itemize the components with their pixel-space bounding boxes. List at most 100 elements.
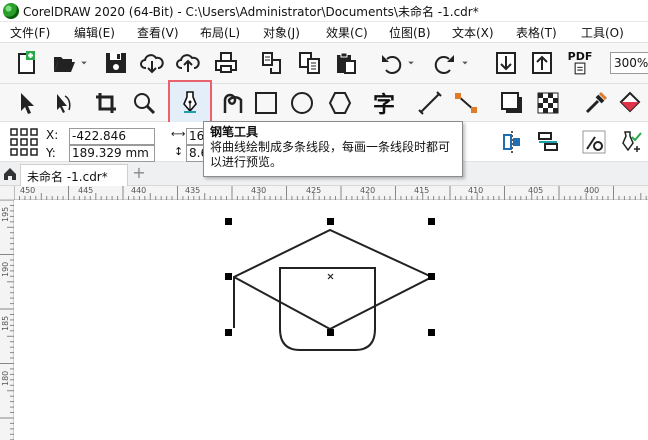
menu-bitmaps[interactable]: 位图(B): [389, 24, 431, 41]
rectangle-tool-button[interactable]: [250, 87, 282, 119]
publish-pdf-button[interactable]: PDF: [564, 47, 596, 79]
selection-handle-top-left[interactable]: [225, 218, 232, 225]
open-dropdown-button[interactable]: [76, 47, 92, 79]
height-icon: ↕: [174, 145, 184, 158]
cloud-upload-icon: [176, 54, 200, 72]
pdf-label: PDF: [567, 49, 593, 63]
menu-file[interactable]: 文件(F): [10, 24, 50, 41]
node-edit-button[interactable]: [578, 126, 610, 158]
redo-icon: [434, 55, 454, 75]
tooltip-body: 将曲线绘制成多条线段，每画一条线段时都可以进行预览。: [210, 140, 451, 169]
polygon-tool-button[interactable]: [324, 87, 356, 119]
ruler-h-label: 405: [528, 186, 544, 195]
add-tab-button[interactable]: +: [130, 165, 148, 183]
crop-tool-button[interactable]: [90, 87, 122, 119]
home-icon[interactable]: [3, 167, 17, 181]
pen-check-icon: [622, 131, 642, 152]
center-marker-icon[interactable]: [327, 273, 334, 280]
artistic-media-tool-button[interactable]: [216, 87, 248, 119]
vertical-ruler[interactable]: 195 190 185 180: [0, 200, 14, 440]
drawing-svg: [225, 218, 435, 351]
reference-point-icon[interactable]: [10, 128, 38, 156]
pen-options-button[interactable]: [614, 126, 646, 158]
copy-button[interactable]: [294, 47, 326, 79]
selection-handle-top-right[interactable]: [428, 218, 435, 225]
chevron-down-icon: [408, 61, 414, 65]
undo-dropdown-button[interactable]: [404, 47, 418, 79]
menu-edit[interactable]: 编辑(E): [74, 24, 115, 41]
menu-object[interactable]: 对象(J): [263, 24, 300, 41]
standard-toolbar: PDF 300%: [0, 42, 648, 84]
pen-tool-button[interactable]: [168, 80, 212, 124]
text-tool-button[interactable]: 字: [368, 87, 400, 119]
new-document-button[interactable]: [10, 47, 42, 79]
menu-text[interactable]: 文本(X): [452, 24, 494, 41]
pen-drawn-curve[interactable]: [233, 228, 435, 331]
align-button[interactable]: [496, 126, 528, 158]
distribute-button[interactable]: [532, 126, 564, 158]
width-icon: ⟷: [171, 129, 186, 140]
export-button[interactable]: [526, 47, 558, 79]
shape-tool-button[interactable]: [46, 87, 78, 119]
redo-dropdown-button[interactable]: [458, 47, 472, 79]
cloud-download-icon: [140, 54, 164, 74]
x-position-field[interactable]: -422.846 mm: [69, 128, 155, 158]
save-button[interactable]: [100, 47, 132, 79]
ellipse-tool-button[interactable]: [286, 87, 318, 119]
selection-handle-bottom-right[interactable]: [428, 329, 435, 336]
ruler-v-label: 195: [1, 206, 10, 222]
interactive-fill-tool-button[interactable]: [614, 87, 646, 119]
hexagon-icon: [328, 92, 352, 114]
menu-view[interactable]: 查看(V): [137, 24, 179, 41]
selection-handle-top-center[interactable]: [327, 218, 334, 225]
cloud-download-button[interactable]: [136, 47, 168, 79]
y-position-field[interactable]: 189.329 mm: [69, 145, 155, 162]
artistic-curve-icon: [223, 93, 243, 113]
dimension-line-icon: [418, 91, 442, 115]
ruler-h-label: 445: [78, 186, 94, 195]
crop-icon: [96, 93, 116, 113]
document-tab[interactable]: 未命名 -1.cdr*: [20, 164, 128, 186]
cut-button[interactable]: [256, 47, 288, 79]
selection-handle-middle-right[interactable]: [428, 273, 435, 280]
selection-handle-bottom-left[interactable]: [225, 329, 232, 336]
ruler-v-label: 190: [1, 261, 10, 277]
export-icon: [532, 52, 552, 74]
redo-button[interactable]: [428, 47, 460, 79]
checkerboard-icon: [537, 92, 559, 114]
cloud-upload-button[interactable]: [172, 47, 204, 79]
color-eyedropper-tool-button[interactable]: [580, 87, 612, 119]
selection-handle-bottom-center[interactable]: [327, 329, 334, 336]
connector-tool-button[interactable]: [450, 87, 482, 119]
menu-layout[interactable]: 布局(L): [200, 24, 240, 41]
window-title: CorelDRAW 2020 (64-Bit) - C:\Users\Admin…: [23, 5, 479, 19]
drop-shadow-tool-button[interactable]: [496, 87, 528, 119]
menu-effects[interactable]: 效果(C): [326, 24, 368, 41]
import-button[interactable]: [490, 47, 522, 79]
coreldraw-logo-icon: [3, 3, 19, 19]
menu-bar: 文件(F) 编辑(E) 查看(V) 布局(L) 对象(J) 效果(C) 位图(B…: [0, 22, 648, 42]
ruler-h-label: 420: [360, 186, 376, 195]
dimension-tool-button[interactable]: [414, 87, 446, 119]
zoom-level-field[interactable]: 300%: [610, 52, 648, 74]
shape-tool-icon: [57, 94, 71, 113]
transparency-tool-button[interactable]: [532, 87, 564, 119]
connector-icon: [455, 93, 477, 113]
paint-bucket-icon: [619, 91, 641, 113]
paste-icon: [337, 52, 356, 74]
open-folder-icon: [54, 57, 75, 72]
ruler-h-label: 400: [584, 186, 600, 195]
paste-button[interactable]: [330, 47, 362, 79]
pen-nib-icon: [183, 91, 197, 113]
menu-tools[interactable]: 工具(O): [581, 24, 624, 41]
menu-table[interactable]: 表格(T): [516, 24, 557, 41]
pick-tool-button[interactable]: [10, 87, 42, 119]
print-button[interactable]: [210, 47, 242, 79]
ruler-h-label: 435: [185, 186, 201, 195]
magnifier-icon: [134, 93, 156, 115]
zoom-tool-button[interactable]: [128, 87, 160, 119]
horizontal-ruler[interactable]: 450 445 440 435 430 425 420 415 410 405 …: [0, 186, 648, 200]
selection-handle-middle-left[interactable]: [225, 273, 232, 280]
drawing-canvas[interactable]: [15, 201, 648, 440]
eyedropper-icon: [585, 91, 608, 114]
